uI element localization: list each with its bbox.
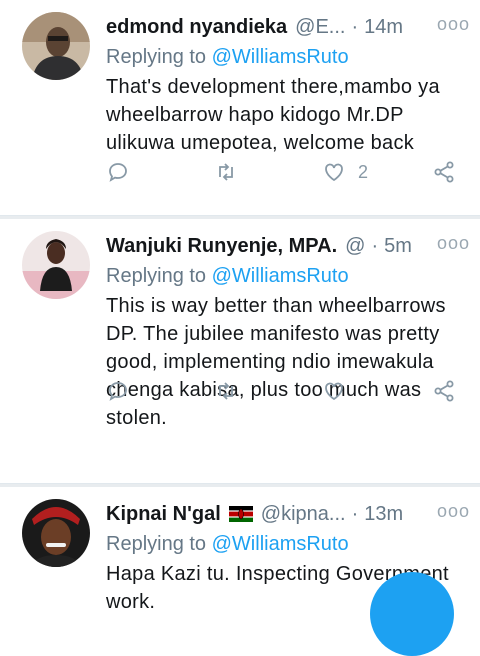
share-button[interactable] [432, 379, 456, 403]
author-handle[interactable]: @E... [295, 16, 345, 39]
separator-dot: · [351, 15, 359, 38]
author-name[interactable]: Wanjuki Runyenje, MPA. [106, 235, 337, 258]
author-name[interactable]: Kipnai N'gal [106, 503, 221, 526]
compose-fab[interactable] [370, 572, 454, 656]
tweet-text: That's development there,mambo ya wheelb… [106, 76, 440, 154]
replying-prefix: Replying to [106, 265, 212, 287]
more-icon[interactable]: ooo [437, 501, 470, 522]
mention-link[interactable]: @WilliamsRuto [212, 265, 349, 287]
tweet-reply[interactable]: Wanjuki Runyenje, MPA. @ · 5m Replying t… [0, 219, 480, 484]
share-icon [434, 380, 454, 402]
separator-dot: · [371, 234, 379, 257]
like-icon [325, 163, 343, 182]
separator-dot: · [351, 502, 359, 525]
share-icon [434, 161, 454, 183]
author-handle[interactable]: @kipna... [261, 503, 346, 526]
replying-to: Replying to @WilliamsRuto [106, 46, 466, 69]
avatar[interactable] [22, 12, 90, 80]
avatar[interactable] [22, 499, 90, 567]
tweet-text: This is way better than wheelbarrows DP.… [106, 295, 446, 429]
author-handle[interactable]: @ [345, 235, 365, 258]
more-icon[interactable]: ooo [437, 233, 470, 254]
replying-to: Replying to @WilliamsRuto [106, 265, 466, 288]
replying-to: Replying to @WilliamsRuto [106, 533, 466, 556]
timestamp: 14m [364, 15, 404, 38]
like-icon [325, 382, 343, 401]
reply-button[interactable] [106, 379, 130, 403]
replying-prefix: Replying to [106, 46, 212, 68]
timestamp: 5m [384, 234, 412, 257]
mention-link[interactable]: @WilliamsRuto [212, 46, 349, 68]
timestamp: 13m [364, 502, 404, 525]
kenya-flag-icon [228, 506, 253, 522]
avatar[interactable] [22, 231, 90, 299]
replying-prefix: Replying to [106, 533, 212, 555]
like-button[interactable] [322, 379, 346, 403]
reply-icon [109, 163, 127, 182]
tweet-reply[interactable]: edmond nyandieka @E... · 14m Replying to… [0, 0, 480, 216]
retweet-icon [219, 382, 233, 400]
share-button[interactable] [432, 160, 456, 184]
like-button[interactable]: 2 [322, 160, 368, 184]
reply-icon [109, 382, 127, 401]
like-count: 2 [358, 161, 369, 182]
retweet-button[interactable] [214, 160, 238, 184]
retweet-button[interactable] [214, 379, 238, 403]
reply-button[interactable] [106, 160, 130, 184]
mention-link[interactable]: @WilliamsRuto [212, 533, 349, 555]
more-icon[interactable]: ooo [437, 14, 470, 35]
author-name[interactable]: edmond nyandieka [106, 16, 287, 39]
retweet-icon [219, 163, 233, 181]
